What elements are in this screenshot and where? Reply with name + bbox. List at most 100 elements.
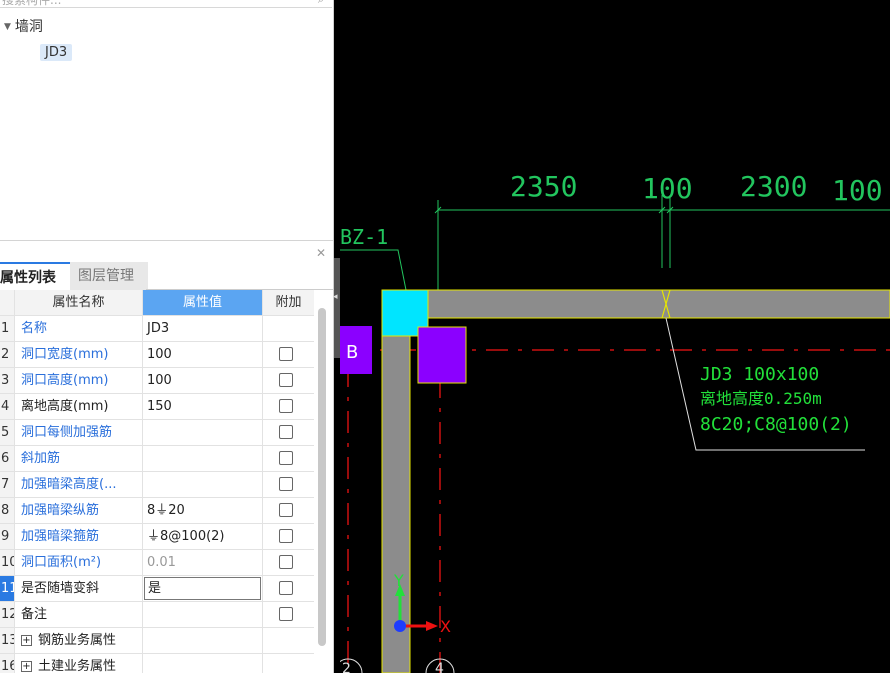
checkbox[interactable] [279,503,293,517]
property-name: 洞口每侧加强筋 [14,420,142,445]
property-value[interactable] [142,602,262,627]
table-row[interactable]: 9 加强暗梁箍筋 ⏚8@100(2) [0,524,314,550]
tree-node-wall-opening[interactable]: ▼ 墙洞 [4,16,43,36]
property-value-editor[interactable]: 是 [144,577,261,600]
wall-horizontal[interactable] [427,289,890,319]
row-number: 4 [0,394,14,419]
table-row-selected[interactable]: 11 是否随墙变斜 是 [0,576,314,602]
collapse-arrow-icon[interactable]: ◂ [333,292,338,302]
property-value[interactable]: 8⏚20 [142,498,262,523]
checkbox[interactable] [279,555,293,569]
row-number: 10 [0,550,14,575]
property-tabs: 属性列表 图层管理 [0,262,333,290]
dimension-2350: 2350 [510,170,577,203]
property-value[interactable]: JD3 [142,316,262,341]
column-label-bz1: BZ-1 [340,225,388,249]
table-row[interactable]: 2 洞口宽度(mm) 100 [0,342,314,368]
extra-cell [262,446,314,471]
axis-b-label: B [346,342,358,363]
table-row[interactable]: 8 加强暗梁纵筋 8⏚20 [0,498,314,524]
property-group: + 钢筋业务属性 [14,628,142,653]
property-value[interactable]: 150 [142,394,262,419]
checkbox[interactable] [279,529,293,543]
property-value[interactable] [142,446,262,471]
extra-cell [262,394,314,419]
header-extra[interactable]: 附加 [262,290,314,315]
property-value [142,628,262,653]
row-number-header [0,290,14,315]
search-icon[interactable]: ⌕ [318,0,324,7]
ucs-x-arrow-icon [426,621,438,631]
expand-plus-icon[interactable]: + [21,661,32,672]
wall-vertical[interactable] [381,317,411,673]
drawing-svg[interactable]: 2350 100 2300 100 BZ-1 B JD3 100x100 离地高… [340,0,890,673]
table-row[interactable]: 5 洞口每侧加强筋 [0,420,314,446]
tab-properties[interactable]: 属性列表 [0,262,70,290]
extra-cell [262,602,314,627]
property-value[interactable]: 100 [142,368,262,393]
row-number: 5 [0,420,14,445]
table-row-group[interactable]: 16 + 土建业务属性 [0,654,314,673]
property-group: + 土建业务属性 [14,654,142,673]
table-row[interactable]: 12 备注 [0,602,314,628]
extra-cell [262,498,314,523]
table-row-group[interactable]: 13 + 钢筋业务属性 [0,628,314,654]
checkbox[interactable] [279,581,293,595]
table-row[interactable]: 10 洞口面积(m²) 0.01 [0,550,314,576]
annotation-line-3: 8C20;C8@100(2) [700,414,852,435]
group-label: 土建业务属性 [38,659,117,673]
row-number: 9 [0,524,14,549]
property-value[interactable]: ⏚8@100(2) [142,524,262,549]
table-row[interactable]: 4 离地高度(mm) 150 [0,394,314,420]
tab-layers[interactable]: 图层管理 [70,262,148,290]
checkbox[interactable] [279,425,293,439]
row-number: 11 [0,576,14,601]
tree-node-jd3[interactable]: JD3 [40,44,73,61]
row-number: 1 [0,316,14,341]
property-value[interactable] [142,420,262,445]
search-bar[interactable]: 搜索构件... ⌕ [0,0,332,8]
dimension-100-b: 100 [832,174,883,207]
extra-cell [262,550,314,575]
checkbox[interactable] [279,399,293,413]
row-number: 7 [0,472,14,497]
close-icon[interactable]: ✕ [316,246,326,260]
header-name[interactable]: 属性名称 [14,290,142,315]
property-name: 离地高度(mm) [14,394,142,419]
property-value: 0.01 [142,550,262,575]
header-value[interactable]: 属性值 [142,290,262,315]
table-row[interactable]: 3 洞口高度(mm) 100 [0,368,314,394]
checkbox[interactable] [279,347,293,361]
checkbox[interactable] [279,373,293,387]
property-name: 加强暗梁箍筋 [14,524,142,549]
cad-canvas[interactable]: 2350 100 2300 100 BZ-1 B JD3 100x100 离地高… [340,0,890,673]
search-input[interactable]: 搜索构件... [2,0,61,8]
grid-scrollbar[interactable] [318,308,326,646]
expand-plus-icon[interactable]: + [21,635,32,646]
row-number: 3 [0,368,14,393]
extra-cell [262,316,314,341]
property-value[interactable] [142,472,262,497]
bz1-leader [340,249,407,291]
extra-cell [262,524,314,549]
table-row[interactable]: 1 名称 JD3 [0,316,314,342]
table-row[interactable]: 6 斜加筋 [0,446,314,472]
extra-cell [262,576,314,601]
table-row[interactable]: 7 加强暗梁高度(... [0,472,314,498]
row-number: 2 [0,342,14,367]
property-value-cell: 是 [142,576,262,601]
dimension-line [434,195,890,290]
checkbox[interactable] [279,477,293,491]
property-name: 洞口高度(mm) [14,368,142,393]
group-label: 钢筋业务属性 [38,633,117,648]
expand-arrow-icon[interactable]: ▼ [4,22,11,32]
tree-node-label: 墙洞 [14,19,43,35]
annotation-line-2: 离地高度0.250m [700,389,822,408]
pane-divider[interactable] [0,240,333,241]
purple-block[interactable] [417,326,467,384]
checkbox[interactable] [279,607,293,621]
property-name: 名称 [14,316,142,341]
axis-2-label: 2 [342,661,351,673]
checkbox[interactable] [279,451,293,465]
property-value[interactable]: 100 [142,342,262,367]
